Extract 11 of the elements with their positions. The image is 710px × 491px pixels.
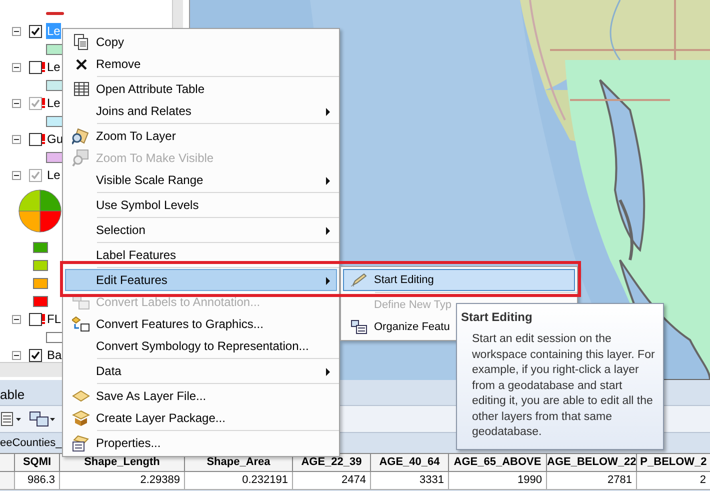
table-cell: 2474 [293, 472, 371, 490]
table-cell: 2.29389 [60, 472, 185, 490]
table-cell: 1990 [449, 472, 547, 490]
table-cell: 2 [637, 472, 710, 490]
tooltip-text: Start an edit session on the workspace containing this layer. For example, if you right-click a layer from a geodatabase and start editing it, you are able to edit all the other layers from that same geodatabase. [472, 332, 656, 440]
window-title: able [0, 387, 25, 402]
table-cell: 986.3 [15, 472, 60, 490]
table-cell: 0.232191 [185, 472, 293, 490]
tooltip-title: Start Editing [461, 310, 534, 324]
table-cell: 2781 [547, 472, 637, 490]
table-cell: 3331 [371, 472, 449, 490]
